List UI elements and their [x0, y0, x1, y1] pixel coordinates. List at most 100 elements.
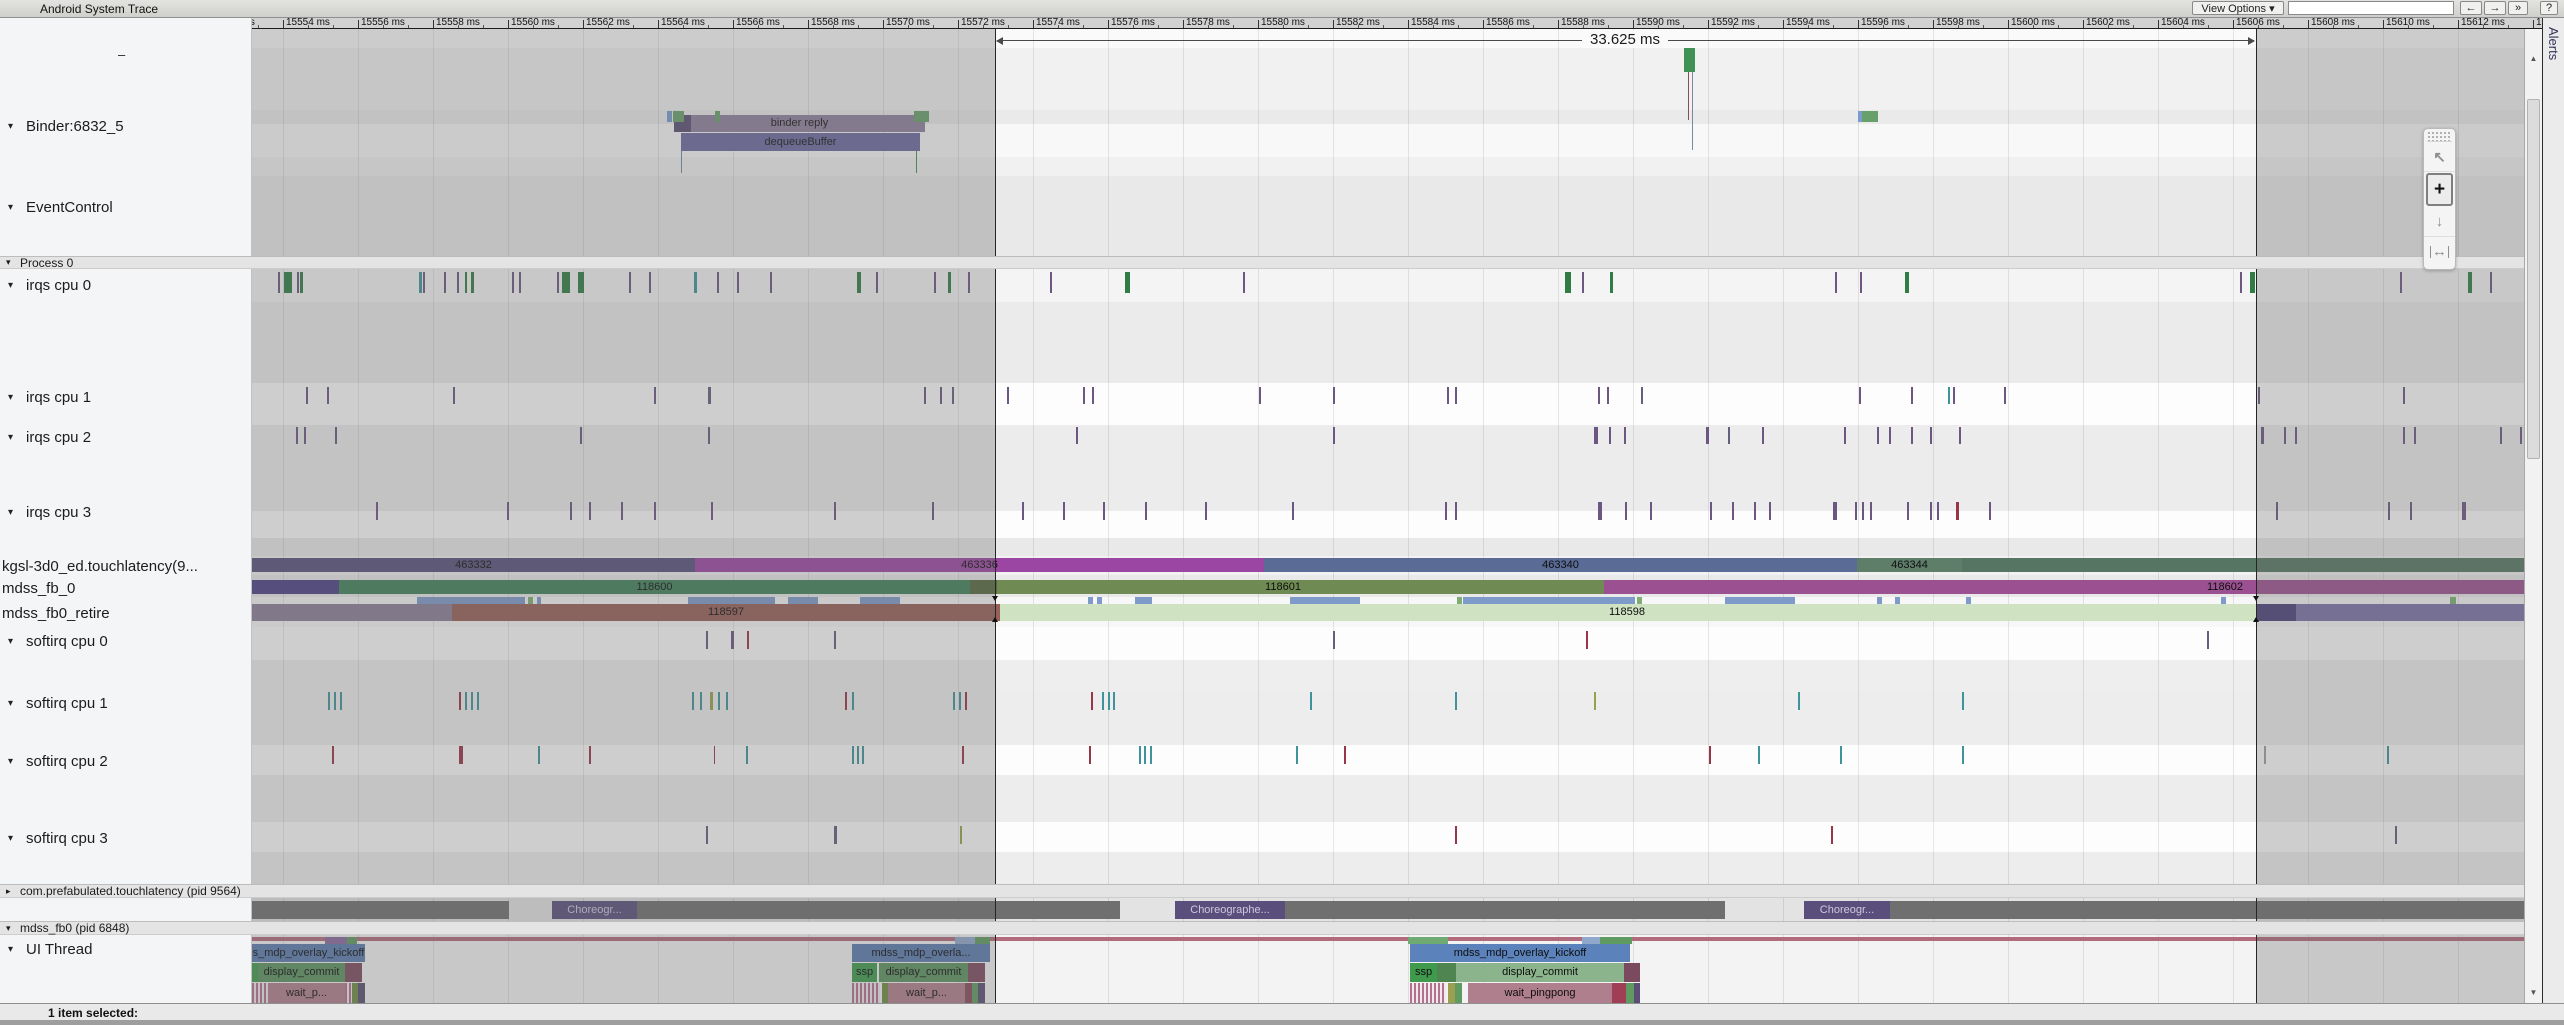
- trace-event[interactable]: [1022, 502, 1024, 520]
- trace-slice[interactable]: [1097, 597, 1102, 604]
- trace-event[interactable]: [1609, 427, 1611, 444]
- process-header[interactable]: ▸com.prefabulated.touchlatency (pid 9564…: [0, 884, 2542, 898]
- trace-slice[interactable]: 463340: [1264, 558, 1857, 572]
- expander-expanded-icon[interactable]: ▾: [8, 432, 13, 443]
- trace-event[interactable]: [1333, 387, 1335, 404]
- trace-event[interactable]: [1930, 502, 1932, 520]
- track-label[interactable]: –: [0, 45, 252, 63]
- expander-expanded-icon[interactable]: ▾: [8, 636, 13, 647]
- trace-slice[interactable]: [1624, 963, 1640, 982]
- trace-slice[interactable]: display_commit: [1456, 963, 1624, 982]
- trace-event[interactable]: [1758, 746, 1760, 764]
- trace-event[interactable]: [1007, 387, 1009, 404]
- trace-slice[interactable]: [1725, 597, 1795, 604]
- expander-expanded-icon[interactable]: ▾: [8, 392, 13, 403]
- trace-event[interactable]: [1911, 427, 1913, 444]
- trace-event[interactable]: [1455, 387, 1457, 404]
- selection-gripper[interactable]: [2253, 596, 2259, 601]
- nav-back-button[interactable]: ←: [2460, 1, 2482, 15]
- trace-event[interactable]: [1145, 502, 1147, 520]
- trace-slice[interactable]: [1457, 597, 1462, 604]
- track-label[interactable]: ▾irqs cpu 3: [0, 503, 252, 521]
- trace-event[interactable]: [1150, 746, 1152, 764]
- trace-slice[interactable]: [1455, 983, 1462, 1003]
- trace-event[interactable]: [1089, 746, 1091, 764]
- trace-slice[interactable]: [1290, 597, 1360, 604]
- track-label[interactable]: ▾irqs cpu 2: [0, 428, 252, 446]
- view-options-button[interactable]: View Options ▾: [2192, 1, 2284, 15]
- trace-slice[interactable]: [1600, 937, 1632, 944]
- trace-slice[interactable]: [1684, 48, 1695, 72]
- expander-expanded-icon[interactable]: ▾: [8, 944, 13, 955]
- trace-slice[interactable]: ssp: [1410, 963, 1437, 982]
- trace-event[interactable]: [1594, 692, 1596, 710]
- track-label[interactable]: mdss_fb0_retire: [0, 604, 252, 622]
- trace-slice[interactable]: 118598: [1000, 604, 2256, 621]
- trace-slice[interactable]: Choreographe...: [1175, 901, 1285, 919]
- trace-event[interactable]: [1962, 692, 1964, 710]
- track-label[interactable]: ▾irqs cpu 0: [0, 276, 252, 294]
- trace-slice[interactable]: [1637, 597, 1642, 604]
- trace-event[interactable]: [1953, 387, 1955, 404]
- trace-event[interactable]: [1610, 272, 1613, 293]
- track-label[interactable]: ▾softirq cpu 1: [0, 694, 252, 712]
- selection-boundary[interactable]: [995, 29, 996, 1003]
- trace-event[interactable]: [1344, 746, 1346, 764]
- selection-boundary[interactable]: [2256, 29, 2257, 1003]
- expander-expanded-icon[interactable]: ▾: [8, 756, 13, 767]
- scroll-down-button[interactable]: ▼: [2525, 983, 2542, 1001]
- track-label[interactable]: ▾softirq cpu 3: [0, 829, 252, 847]
- trace-event[interactable]: [1455, 692, 1457, 710]
- trace-event[interactable]: [1859, 387, 1861, 404]
- track-label[interactable]: ▾EventControl: [0, 198, 252, 216]
- track-label[interactable]: ▾softirq cpu 0: [0, 632, 252, 650]
- trace-event[interactable]: [1113, 692, 1115, 710]
- trace-event[interactable]: [1598, 387, 1600, 404]
- selection-gripper[interactable]: [992, 596, 998, 601]
- trace-event[interactable]: [1296, 746, 1298, 764]
- trace-event[interactable]: [1989, 502, 1991, 520]
- trace-event[interactable]: [2250, 272, 2255, 293]
- trace-slice[interactable]: [2221, 597, 2226, 604]
- trace-event[interactable]: [1139, 746, 1141, 764]
- track-label[interactable]: kgsl-3d0_ed.touchlatency(9...: [0, 557, 252, 575]
- trace-event[interactable]: [1948, 387, 1950, 404]
- trace-event[interactable]: [1650, 502, 1652, 520]
- trace-event[interactable]: [1108, 692, 1110, 710]
- trace-event[interactable]: [1447, 387, 1449, 404]
- expander-expanded-icon[interactable]: ▾: [8, 833, 13, 844]
- trace-slice[interactable]: [1877, 597, 1882, 604]
- trace-event[interactable]: [1445, 502, 1447, 520]
- trace-event[interactable]: [1243, 272, 1245, 293]
- vertical-scrollbar[interactable]: ▲ ▼: [2524, 29, 2542, 1003]
- trace-slice[interactable]: [1634, 983, 1640, 1003]
- track-label[interactable]: ▾softirq cpu 2: [0, 752, 252, 770]
- trace-event[interactable]: [2207, 631, 2209, 649]
- trace-event[interactable]: [1333, 631, 1335, 649]
- expander-expanded-icon[interactable]: ▾: [8, 698, 13, 709]
- trace-event[interactable]: [1762, 427, 1764, 444]
- expander-expanded-icon[interactable]: ▾: [6, 257, 11, 268]
- zoom-tool-button[interactable]: ↓: [2424, 207, 2455, 237]
- track-label[interactable]: ▾irqs cpu 1: [0, 388, 252, 406]
- trace-event[interactable]: [1930, 427, 1932, 444]
- trace-event[interactable]: [1905, 272, 1909, 293]
- track-label[interactable]: mdss_fb_0: [0, 579, 252, 597]
- expander-expanded-icon[interactable]: ▾: [8, 121, 13, 132]
- selection-gripper[interactable]: [992, 617, 998, 622]
- timing-tool-button[interactable]: ↔: [2424, 237, 2455, 266]
- expander-collapsed-icon[interactable]: ▸: [6, 886, 11, 897]
- trace-slice[interactable]: [1463, 597, 1635, 604]
- track-label[interactable]: ▾Binder:6832_5: [0, 117, 252, 135]
- trace-slice[interactable]: 463344: [1857, 558, 1962, 572]
- drag-handle-icon[interactable]: [2427, 131, 2452, 142]
- trace-slice[interactable]: [1966, 597, 1971, 604]
- trace-event[interactable]: [1092, 387, 1094, 404]
- trace-event[interactable]: [1625, 502, 1627, 520]
- timeline-ruler[interactable]: 15552 ms15554 ms15556 ms15558 ms15560 ms…: [252, 17, 2542, 29]
- trace-event[interactable]: [1911, 387, 1913, 404]
- track-label[interactable]: ▾UI Thread: [0, 940, 252, 958]
- trace-slice[interactable]: 118601: [997, 580, 1604, 594]
- trace-event[interactable]: [1769, 502, 1771, 520]
- trace-event[interactable]: [1641, 387, 1643, 404]
